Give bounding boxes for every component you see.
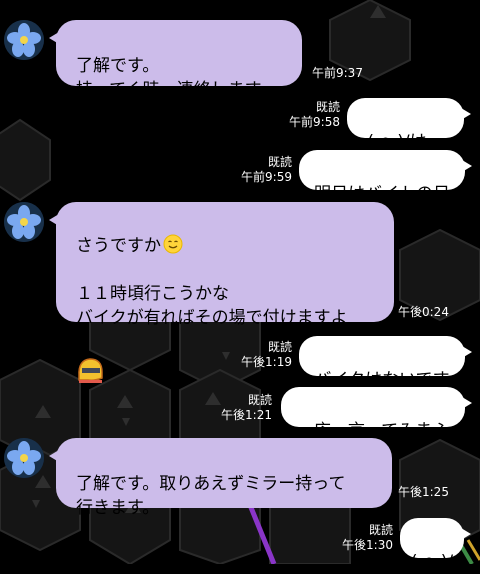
message-meta: 既読 午前9:58 — [284, 100, 340, 130]
message-bubble-incoming[interactable]: 了解です。 持ってく時、連絡します。 — [49, 20, 302, 100]
blue-flower-icon — [4, 438, 44, 478]
message-meta: 午後1:25 — [390, 485, 460, 500]
message-text: 明日はバイトの日 — [314, 184, 450, 204]
message-time: 午後1:21 — [221, 408, 272, 422]
message-text: 了解です。 持ってく時、連絡します。 — [76, 56, 277, 100]
message-time: 午後0:24 — [398, 305, 449, 319]
contact-avatar[interactable] — [4, 20, 44, 60]
read-receipt: 既読 — [315, 100, 340, 114]
message-bubble-outgoing[interactable]: 一応 言ってみまふ — [281, 387, 472, 441]
message-meta: 既読 午後1:30 — [337, 523, 393, 553]
read-receipt: 既読 — [267, 155, 292, 169]
message-bubble-incoming[interactable]: 了解です。取りあえずミラー持って 行きます。 — [49, 438, 392, 518]
read-receipt: 既読 — [368, 523, 393, 537]
message-meta: 既読 午後1:19 — [236, 340, 292, 370]
message-time: 午後1:25 — [398, 485, 449, 499]
smiling-face-emoji-icon — [163, 234, 183, 254]
message-time: 午前9:59 — [241, 170, 292, 184]
message-bubble-outgoing[interactable]: (-o-)/ — [400, 518, 471, 572]
message-text-continued: １１時頃行こうかな バイクが有ればその場で付けますよ — [76, 284, 348, 328]
blue-flower-icon — [4, 20, 44, 60]
message-time: 午後1:19 — [241, 355, 292, 369]
message-text: さうですか — [76, 236, 161, 256]
message-bubble-incoming[interactable]: さうですか １１時頃行こうかな バイクが有ればその場で付けますよ — [49, 202, 394, 383]
message-time: 午前9:37 — [312, 66, 363, 80]
message-bubble-outgoing[interactable]: バイクはないです — [299, 336, 472, 390]
message-bubble-outgoing[interactable]: 明日はバイトの日 — [299, 150, 472, 204]
message-text: (-o-)/ — [410, 552, 454, 572]
message-time: 午前9:58 — [289, 115, 340, 129]
helmet-emoji-icon — [78, 358, 103, 383]
contact-avatar[interactable] — [4, 438, 44, 478]
message-time: 午後1:30 — [342, 538, 393, 552]
message-bubble-outgoing[interactable]: (-o-)/は〜い — [347, 98, 471, 176]
blue-flower-icon — [4, 202, 44, 242]
read-receipt: 既読 — [267, 340, 292, 354]
contact-avatar[interactable] — [4, 202, 44, 242]
message-meta: 午後0:24 — [392, 305, 458, 320]
message-meta: 午前9:37 — [300, 66, 374, 81]
message-meta: 既読 午後1:21 — [216, 393, 272, 423]
message-meta: 既読 午前9:59 — [236, 155, 292, 185]
read-receipt: 既読 — [247, 393, 272, 407]
